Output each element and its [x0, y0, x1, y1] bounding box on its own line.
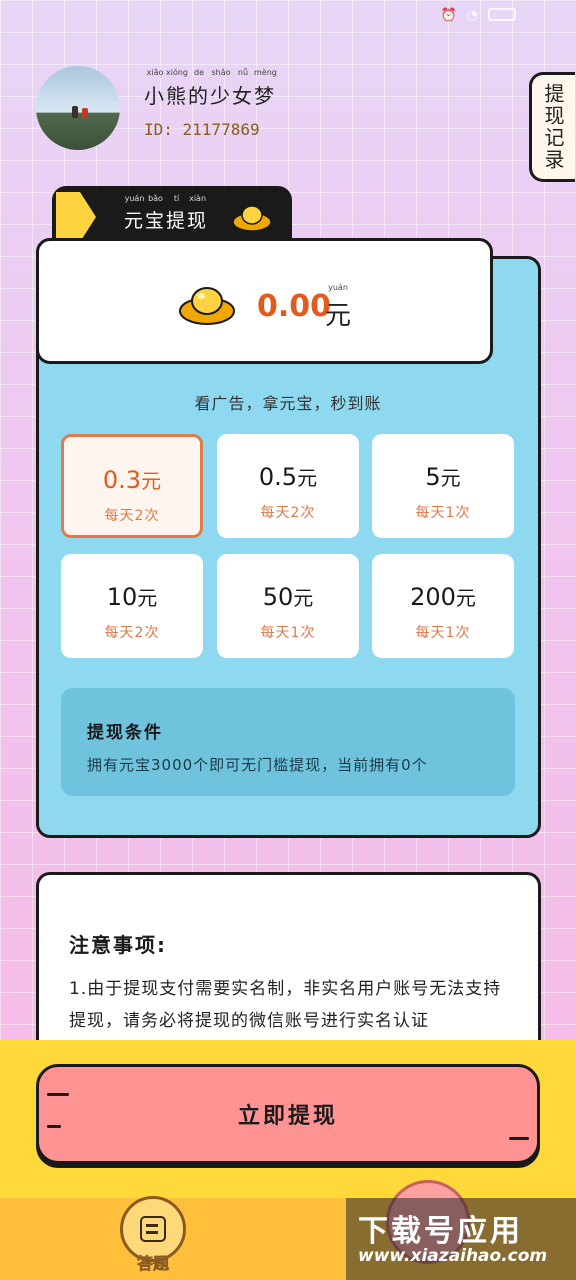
notes-text: 1.由于提现支付需要实名制，非实名用户账号无法支持提现，请务必将提现的微信账号进…	[69, 979, 502, 1031]
conditions-title: 提现条件	[87, 723, 163, 743]
option-frequency: 每天1次	[260, 625, 316, 641]
option-unit: 元	[137, 586, 158, 610]
withdraw-record-button[interactable]: 提现记录	[529, 72, 575, 182]
watermark-title: 下载号应用	[358, 1214, 523, 1249]
withdraw-option-200[interactable]: 200元 每天1次	[372, 554, 514, 658]
option-amount: 200	[410, 583, 456, 611]
option-amount: 5	[425, 463, 441, 491]
withdraw-option-10[interactable]: 10元 每天2次	[61, 554, 203, 658]
option-amount: 50	[262, 583, 294, 611]
balance-amount: 0.00	[257, 289, 332, 324]
user-id: ID: 21177869	[144, 120, 260, 139]
conditions-text: 拥有元宝3000个即可无门槛提现，当前拥有0个	[87, 756, 428, 774]
conditions-box: 提现条件 拥有元宝3000个即可无门槛提现，当前拥有0个	[61, 688, 515, 796]
watermark: 下载号应用 www.xiazaihao.com	[346, 1198, 576, 1280]
option-frequency: 每天2次	[104, 508, 160, 524]
watermark-url: www.xiazaihao.com	[358, 1246, 548, 1266]
option-unit: 元	[141, 469, 162, 493]
withdraw-option-0-5[interactable]: 0.5元 每天2次	[217, 434, 359, 538]
gold-ingot-icon	[232, 205, 272, 232]
withdraw-option-0-3[interactable]: 0.3元 每天2次	[61, 434, 203, 538]
notes-title: 注意事项:	[69, 933, 167, 957]
balance-card: 0.00 yuán 元	[36, 238, 493, 364]
option-frequency: 每天2次	[104, 625, 160, 641]
arrow-decoration-icon	[56, 192, 96, 242]
option-frequency: 每天2次	[260, 505, 316, 521]
option-amount: 0.3	[102, 466, 142, 494]
wifi-icon: ◔	[466, 8, 478, 23]
withdraw-option-50[interactable]: 50元 每天1次	[217, 554, 359, 658]
withdraw-now-label: 立即提现	[237, 1104, 338, 1129]
battery-icon	[488, 8, 516, 21]
username: xiǎo 小 xióng 熊 de 的 shǎo 少 nǚ 女 mèng 梦	[144, 68, 277, 108]
gold-ingot-icon	[179, 287, 235, 325]
balance-unit: yuán 元	[325, 283, 352, 331]
option-unit: 元	[455, 586, 476, 610]
section-title-tab: yuán 元 bǎo 宝 tí 提 xiàn 现	[52, 186, 292, 242]
slogan: 看广告，拿元宝，秒到账	[194, 394, 382, 413]
checklist-icon	[140, 1216, 166, 1242]
option-unit: 元	[440, 466, 461, 490]
option-amount: 10	[106, 583, 138, 611]
status-bar: ⏰ ◔	[440, 8, 516, 23]
tab-quiz-label: 答题	[136, 1254, 170, 1274]
alarm-icon: ⏰	[440, 8, 457, 23]
option-amount: 0.5	[258, 463, 298, 491]
avatar	[36, 66, 120, 150]
withdraw-record-label: 提现记录	[541, 83, 565, 171]
withdraw-now-button[interactable]: 立即提现	[36, 1064, 540, 1164]
withdraw-option-5[interactable]: 5元 每天1次	[372, 434, 514, 538]
option-frequency: 每天1次	[415, 505, 471, 521]
option-frequency: 每天1次	[415, 625, 471, 641]
option-unit: 元	[293, 586, 314, 610]
option-unit: 元	[297, 466, 318, 490]
section-title: yuán 元 bǎo 宝 tí 提 xiàn 现	[124, 194, 209, 232]
